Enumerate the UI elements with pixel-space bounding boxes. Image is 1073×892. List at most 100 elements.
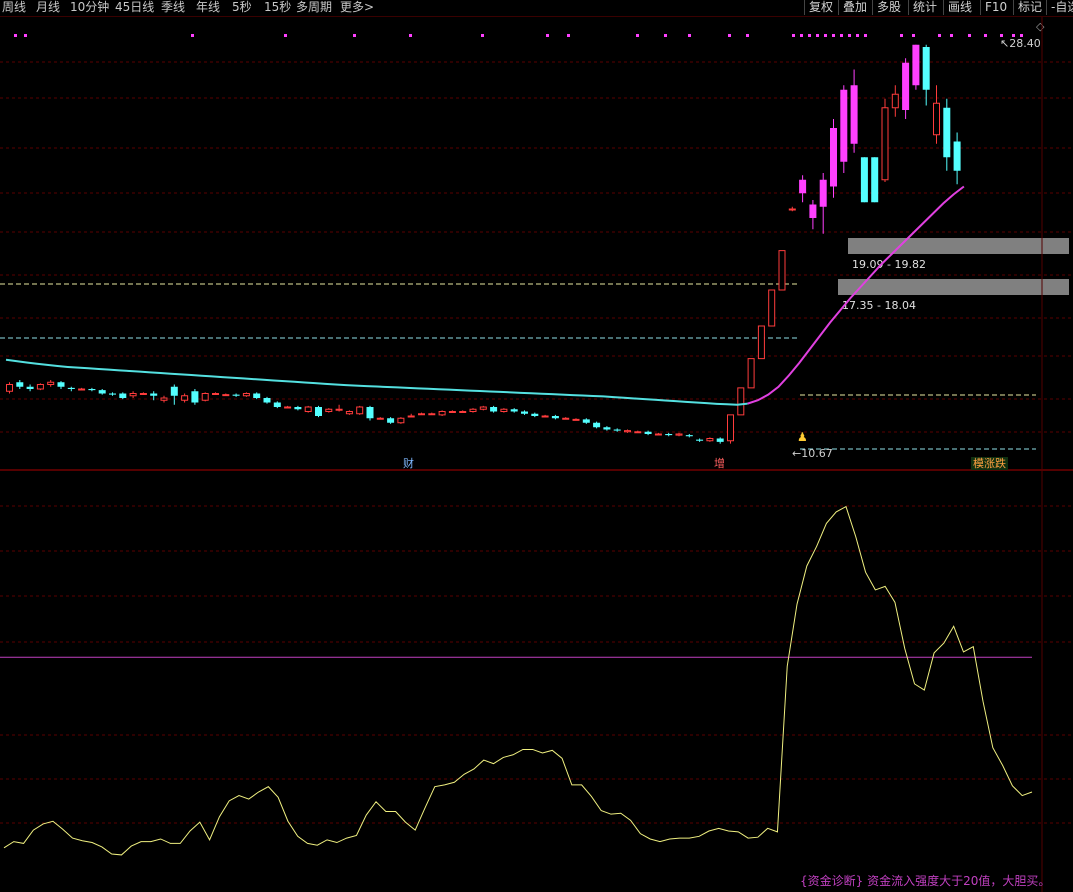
candle xyxy=(654,432,662,436)
candle xyxy=(47,380,55,387)
candle-body xyxy=(933,102,940,136)
candle-body xyxy=(304,406,312,412)
candle xyxy=(294,405,302,411)
signal-dot xyxy=(191,34,194,37)
candle xyxy=(479,405,487,411)
candle xyxy=(356,405,364,415)
candle xyxy=(562,417,570,420)
candle xyxy=(541,414,549,418)
candle xyxy=(160,395,168,403)
signal-dot xyxy=(353,34,356,37)
candle-body xyxy=(201,393,209,401)
candle-body xyxy=(922,47,930,90)
candle-body xyxy=(747,358,755,389)
candle xyxy=(325,408,333,413)
signal-dot xyxy=(481,34,484,37)
candle xyxy=(459,410,467,413)
candle xyxy=(16,380,24,389)
candle-body xyxy=(36,384,44,390)
candle xyxy=(510,408,518,413)
candle xyxy=(119,392,127,400)
signal-dot xyxy=(938,34,941,37)
candle-body xyxy=(459,411,467,413)
candle xyxy=(768,289,776,327)
candle-body xyxy=(840,89,848,162)
candle xyxy=(850,69,858,153)
candle-body xyxy=(850,85,858,144)
candle-body xyxy=(273,402,281,407)
candle-body xyxy=(448,411,456,413)
candle-body xyxy=(593,422,601,428)
candle-body xyxy=(665,434,673,436)
candle-body xyxy=(335,408,343,411)
candle xyxy=(582,418,590,424)
candle xyxy=(109,392,116,396)
candle xyxy=(500,408,508,413)
candle-body xyxy=(181,395,189,401)
candle-body xyxy=(510,409,518,412)
candle-body xyxy=(376,417,384,420)
candle xyxy=(418,412,425,416)
candle xyxy=(26,384,34,392)
bear-icon: ♟ xyxy=(797,430,808,444)
candle-body xyxy=(109,393,116,395)
candle-body xyxy=(737,387,745,416)
signal-dot xyxy=(864,34,867,37)
candle-body xyxy=(871,157,879,203)
candle-body xyxy=(603,427,611,430)
moving-average-line xyxy=(5,358,748,406)
signal-dots xyxy=(14,34,1023,37)
candle xyxy=(304,405,312,413)
low-price-label: ←10.67 xyxy=(792,447,833,460)
signal-dot xyxy=(409,34,412,37)
candle xyxy=(397,417,405,424)
candle-body xyxy=(654,433,662,436)
candle-body xyxy=(881,107,889,181)
candle xyxy=(315,405,322,418)
candle xyxy=(757,325,765,360)
candle xyxy=(407,413,415,418)
candle-body xyxy=(860,157,868,203)
kline-chart: 19.09 - 19.82 17.35 - 18.04 ↖28.40 ←10.6… xyxy=(0,17,1073,892)
candle-body xyxy=(582,419,590,423)
candle-body xyxy=(613,429,621,431)
signal-dot xyxy=(664,34,667,37)
candle-body xyxy=(551,416,559,419)
zone2-label: 17.35 - 18.04 xyxy=(842,299,916,312)
candle xyxy=(438,410,446,416)
candle-body xyxy=(139,393,147,395)
candle-body xyxy=(788,208,796,211)
candle-body xyxy=(16,382,24,387)
candle-body xyxy=(541,415,549,418)
candle-body xyxy=(345,411,353,415)
candle xyxy=(253,392,261,400)
candle-body xyxy=(706,438,714,442)
high-price-label: ↖28.40 xyxy=(1000,37,1041,50)
candle xyxy=(727,414,734,444)
candle xyxy=(36,383,44,391)
zone1-label: 19.09 - 19.82 xyxy=(852,258,926,271)
signal-dot xyxy=(728,34,731,37)
candle-body xyxy=(263,398,271,403)
indicator-grid xyxy=(0,505,1073,824)
candle-body xyxy=(26,386,34,389)
candle-body xyxy=(830,128,837,187)
signal-dot xyxy=(688,34,691,37)
candle xyxy=(490,405,498,413)
candle-body xyxy=(222,394,230,397)
signal-dot xyxy=(912,34,915,37)
candle xyxy=(902,58,910,119)
signal-dot xyxy=(746,34,749,37)
settings-diamond-icon[interactable]: ◇ xyxy=(1036,20,1045,33)
candle-body xyxy=(47,381,55,385)
candle-body xyxy=(768,289,776,327)
candle-body xyxy=(809,204,817,218)
candle-body xyxy=(479,406,487,410)
candle-body xyxy=(294,407,302,410)
candle xyxy=(593,421,601,429)
signal-dot xyxy=(968,34,971,37)
candle-body xyxy=(469,408,477,412)
signal-dot xyxy=(848,34,851,37)
signal-dot xyxy=(824,34,827,37)
candle-body xyxy=(428,413,436,416)
